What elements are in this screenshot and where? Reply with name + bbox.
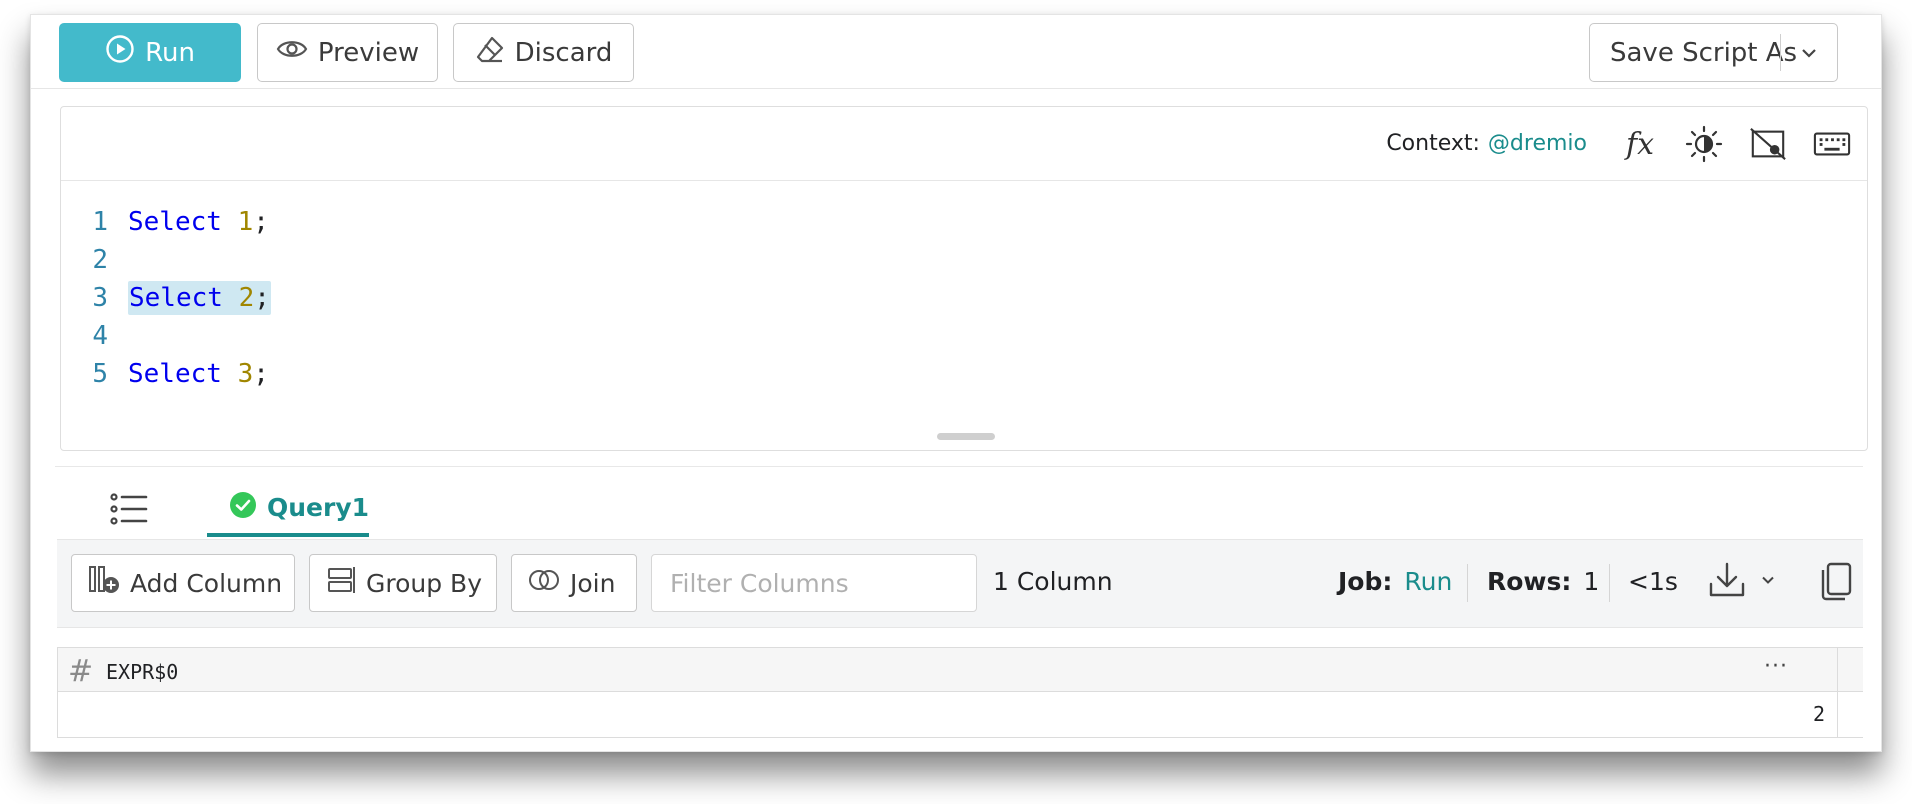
line-number: 2 [92,245,108,275]
theme-toggle-icon[interactable] [1685,125,1723,163]
code-area[interactable]: 1 Select 1; 2 3 Select 2; 4 5 Select 3; [61,203,271,393]
sql-runner-window: Run Preview Discard Save Script As Conte… [30,14,1882,752]
editor-resize-handle[interactable] [937,433,995,440]
table-row: 2 [57,692,1863,738]
sql-editor[interactable]: Context: @dremio fx 1 Select 1; 2 3 Sele… [60,106,1868,451]
query-context: Context: @dremio [1386,131,1587,156]
context-label: Context: [1386,131,1480,156]
editor-header: Context: @dremio fx [61,107,1867,181]
run-label: Run [145,37,195,68]
discard-button[interactable]: Discard [453,23,634,82]
row-count: Rows: 1 [1487,567,1599,596]
numeric-type-icon: # [68,654,94,689]
download-menu[interactable] [1707,560,1777,604]
context-value-link[interactable]: @dremio [1488,131,1587,156]
results-tabs: Query1 [55,482,655,538]
copy-icon[interactable] [1819,561,1853,605]
code-line: 4 [61,317,271,355]
results-divider [55,466,1863,467]
line-number: 1 [92,207,108,237]
code-line: 2 [61,241,271,279]
sql-keyword: Select [128,359,222,389]
column-resize-edge[interactable] [1837,648,1838,738]
filter-columns-input[interactable] [651,554,977,612]
play-circle-icon [105,34,135,71]
code-line: 5 Select 3; [61,355,271,393]
download-icon [1707,560,1747,604]
list-icon[interactable] [109,492,149,530]
add-column-icon [88,564,120,602]
eye-icon [276,37,308,68]
job-status: Job: Run [1338,567,1452,596]
preview-label: Preview [317,37,420,68]
sql-number: 1 [237,207,254,237]
chevron-down-icon [1759,571,1777,593]
sql-number: 2 [238,283,255,313]
job-duration: <1s [1628,567,1678,596]
sql-punct: ; [254,283,270,313]
split-divider [1780,34,1781,71]
selected-statement: Select 2; [128,281,271,315]
group-by-label: Group By [366,568,483,598]
results-grid: # EXPR$0 ··· 2 [57,647,1863,751]
group-by-button[interactable]: Group By [309,554,497,612]
tab-query1-label: Query1 [267,493,370,522]
join-icon [528,568,560,598]
column-header-expr0[interactable]: EXPR$0 [106,660,178,684]
sql-keyword: Select [129,283,223,313]
rows-label: Rows: [1487,567,1572,596]
run-button[interactable]: Run [59,23,241,82]
code-line-selected: 3 Select 2; [61,279,271,317]
sql-punct: ; [253,359,269,389]
rows-value: 1 [1583,567,1600,596]
line-number: 4 [92,321,108,351]
join-label: Join [570,568,616,598]
job-label: Job: [1338,567,1393,596]
column-menu-button[interactable]: ··· [1764,654,1788,679]
save-script-as-button[interactable]: Save Script As [1589,23,1838,82]
discard-label: Discard [514,37,613,68]
line-number: 3 [92,283,108,313]
join-button[interactable]: Join [511,554,637,612]
table-cell: 2 [1812,702,1825,726]
sql-keyword: Select [128,207,222,237]
grid-header: # EXPR$0 ··· [57,648,1863,692]
save-script-label: Save Script As [1610,37,1798,68]
results-toolbar: Add Column Group By Join 1 Column Job: R… [57,539,1863,628]
eraser-icon [475,34,505,71]
separator [1609,564,1610,602]
editor-toolbar: Run Preview Discard Save Script As [31,15,1881,89]
success-check-icon [229,491,257,525]
keyboard-icon[interactable] [1813,125,1851,163]
add-column-button[interactable]: Add Column [71,554,295,612]
tab-query1[interactable]: Query1 [207,482,369,537]
function-icon[interactable]: fx [1621,125,1659,163]
group-by-icon [326,565,356,601]
sql-punct: ; [253,207,269,237]
chevron-down-icon[interactable] [1799,40,1819,70]
code-line: 1 Select 1; [61,203,271,241]
preview-button[interactable]: Preview [257,23,438,82]
add-column-label: Add Column [130,568,283,598]
separator [1467,564,1468,602]
job-run-link[interactable]: Run [1404,567,1452,596]
column-count: 1 Column [993,567,1113,596]
line-number: 5 [92,359,108,389]
sql-number: 3 [237,359,254,389]
hide-preview-icon[interactable] [1749,125,1787,163]
